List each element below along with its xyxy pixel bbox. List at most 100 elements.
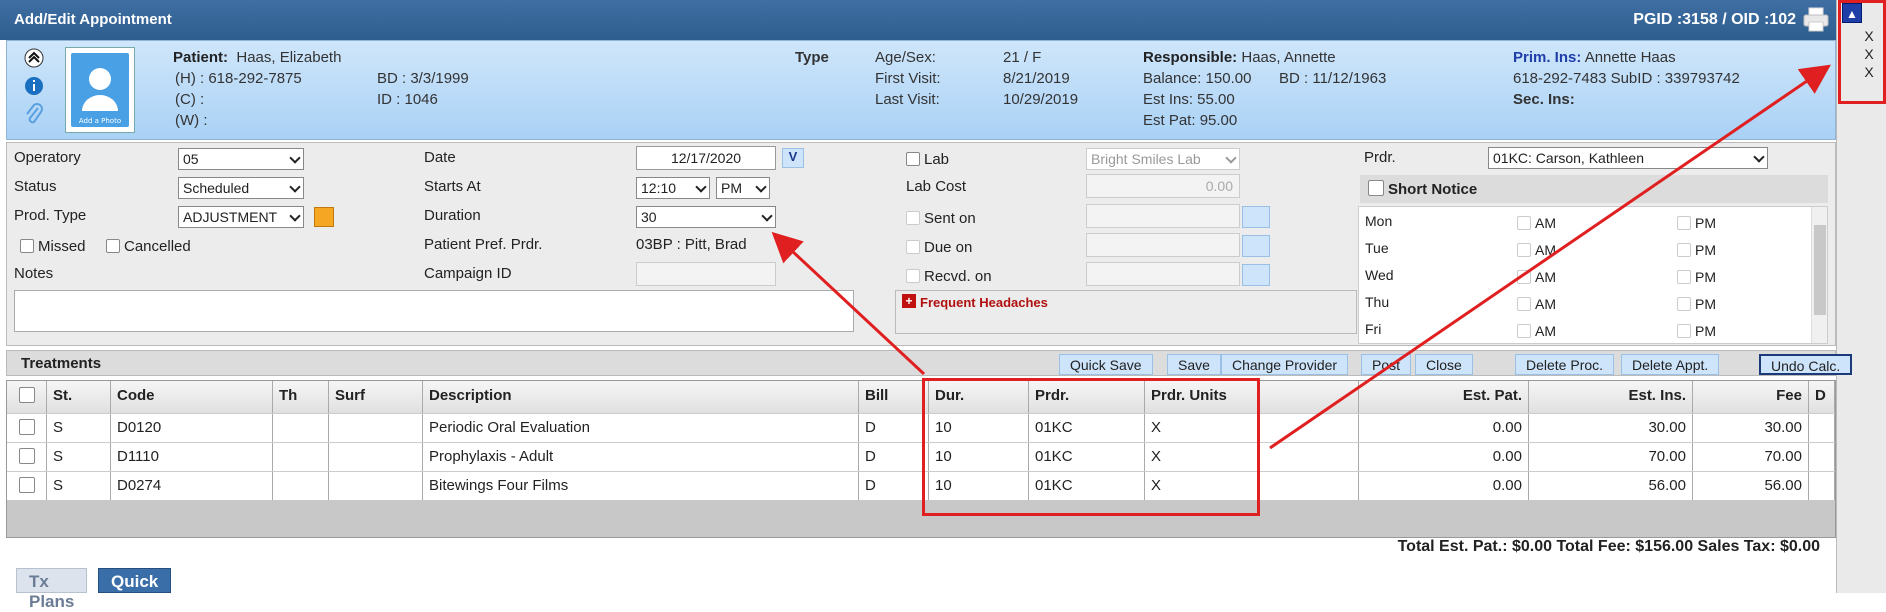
prodtype-select[interactable]: ADJUSTMENT <box>178 206 304 228</box>
change-provider-button[interactable]: Change Provider <box>1221 354 1349 375</box>
table-row[interactable]: S D0274 Bitewings Four Films D 10 01KC X… <box>7 471 1835 500</box>
due-on-input[interactable] <box>1086 233 1240 257</box>
cell-st: S <box>47 414 111 442</box>
due-on-checkbox[interactable]: Due on <box>906 239 972 256</box>
col-th[interactable]: Th <box>273 381 329 413</box>
prdr-select[interactable]: 01KC: Carson, Kathleen <box>1488 147 1768 169</box>
mon-pm-checkbox[interactable]: PM <box>1677 215 1716 231</box>
cell-est-ins: 30.00 <box>1529 414 1693 442</box>
mon-am-checkbox[interactable]: AM <box>1517 215 1556 231</box>
recvd-on-checkbox[interactable]: Recvd. on <box>906 268 992 285</box>
tue-am-checkbox[interactable]: AM <box>1517 242 1556 258</box>
lab-select[interactable]: Bright Smiles Lab <box>1086 148 1240 170</box>
cell-fee: 56.00 <box>1693 472 1809 500</box>
date-picker-button[interactable]: V <box>782 148 804 168</box>
first-visit-value: 8/21/2019 <box>1003 70 1070 87</box>
secondary-ins-label: Sec. Ins: <box>1513 91 1575 108</box>
recvd-on-date-button[interactable] <box>1242 264 1270 286</box>
close-button[interactable]: Close <box>1415 354 1473 375</box>
est-ins: Est Ins: 55.00 <box>1143 91 1235 108</box>
tab-tx-plans[interactable]: Tx Plans <box>16 568 88 611</box>
fri-am-checkbox[interactable]: AM <box>1517 323 1556 339</box>
tab-quick-add[interactable]: Quick Add <box>98 568 172 611</box>
notes-textarea[interactable] <box>14 290 854 332</box>
date-input[interactable]: 12/17/2020 <box>636 146 776 170</box>
missed-checkbox[interactable]: Missed <box>20 238 86 255</box>
prodtype-color-swatch[interactable] <box>314 207 334 227</box>
sent-on-checkbox[interactable]: Sent on <box>906 210 976 227</box>
cell-surf <box>329 472 423 500</box>
row-checkbox[interactable] <box>7 472 47 500</box>
col-code[interactable]: Code <box>111 381 273 413</box>
operatory-select[interactable]: 05 <box>178 148 304 170</box>
select-all-checkbox[interactable] <box>7 381 47 413</box>
short-notice-checkbox[interactable]: Short Notice <box>1368 180 1477 198</box>
attachment-icon[interactable] <box>23 103 45 125</box>
info-icon[interactable] <box>23 75 45 97</box>
col-st[interactable]: St. <box>47 381 111 413</box>
printer-icon[interactable] <box>1802 6 1830 32</box>
campaign-input[interactable] <box>636 262 776 286</box>
duration-select[interactable]: 30 <box>636 206 776 228</box>
patient-photo[interactable]: Add a Photo <box>65 47 135 133</box>
sent-on-input[interactable] <box>1086 204 1240 228</box>
due-on-date-button[interactable] <box>1242 235 1270 257</box>
col-est-ins[interactable]: Est. Ins. <box>1529 381 1693 413</box>
starts-at-label: Starts At <box>424 178 481 195</box>
post-button[interactable]: Post <box>1361 354 1412 375</box>
cancelled-checkbox[interactable]: Cancelled <box>106 238 191 255</box>
ampm-select[interactable]: PM <box>716 177 770 199</box>
days-scrollbar[interactable] <box>1811 207 1827 343</box>
last-visit-value: 10/29/2019 <box>1003 91 1079 108</box>
cell-th <box>273 414 329 442</box>
col-fee[interactable]: Fee <box>1693 381 1809 413</box>
lab-checkbox[interactable]: Lab <box>906 151 949 168</box>
thu-am-checkbox[interactable]: AM <box>1517 296 1556 312</box>
delete-proc-button[interactable]: Delete Proc. <box>1515 354 1615 375</box>
patient-bd: BD : 3/3/1999 <box>377 70 469 87</box>
start-time-select[interactable]: 12:10 <box>636 177 710 199</box>
fri-pm-checkbox[interactable]: PM <box>1677 323 1716 339</box>
window-title: Add/Edit Appointment <box>14 11 172 28</box>
col-description[interactable]: Description <box>423 381 859 413</box>
highlight-box-side <box>1838 0 1886 104</box>
col-bill[interactable]: Bill <box>859 381 929 413</box>
cell-description: Bitewings Four Films <box>423 472 859 500</box>
thu-pm-checkbox[interactable]: PM <box>1677 296 1716 312</box>
row-checkbox[interactable] <box>7 443 47 471</box>
save-button[interactable]: Save <box>1167 354 1221 375</box>
col-d[interactable]: D <box>1809 381 1835 413</box>
delete-appt-button[interactable]: Delete Appt. <box>1621 354 1720 375</box>
status-label: Status <box>14 178 57 195</box>
medical-alert-box: + Frequent Headaches <box>895 290 1357 334</box>
cell-st: S <box>47 443 111 471</box>
cell-est-ins: 56.00 <box>1529 472 1693 500</box>
days-scroll-thumb[interactable] <box>1814 225 1826 315</box>
title-bar: Add/Edit Appointment PGID :3158 / OID :1… <box>0 0 1836 40</box>
cell-th <box>273 472 329 500</box>
sent-on-date-button[interactable] <box>1242 206 1270 228</box>
tue-pm-checkbox[interactable]: PM <box>1677 242 1716 258</box>
wed-pm-checkbox[interactable]: PM <box>1677 269 1716 285</box>
labcost-input[interactable]: 0.00 <box>1086 174 1240 198</box>
recvd-on-input[interactable] <box>1086 262 1240 286</box>
collapse-icon[interactable] <box>23 47 45 69</box>
est-pat: Est Pat: 95.00 <box>1143 112 1238 129</box>
status-select[interactable]: Scheduled <box>178 177 304 199</box>
quick-save-button[interactable]: Quick Save <box>1059 354 1153 375</box>
highlight-box-columns <box>922 378 1260 516</box>
pgid-oid: PGID :3158 / OID :102 <box>1633 11 1796 28</box>
row-checkbox[interactable] <box>7 414 47 442</box>
table-row[interactable]: S D0120 Periodic Oral Evaluation D 10 01… <box>7 413 1835 442</box>
home-phone: (H) : 618-292-7875 <box>175 70 302 87</box>
undo-calc-button[interactable]: Undo Calc. <box>1759 354 1853 375</box>
wed-am-checkbox[interactable]: AM <box>1517 269 1556 285</box>
medical-alert-text[interactable]: Frequent Headaches <box>920 295 1048 310</box>
col-est-pat[interactable]: Est. Pat. <box>1359 381 1529 413</box>
cell-th <box>273 443 329 471</box>
day-row-wed: Wed AM PM <box>1365 267 1716 285</box>
cell-d <box>1809 414 1835 442</box>
table-row[interactable]: S D1110 Prophylaxis - Adult D 10 01KC X … <box>7 442 1835 471</box>
col-surf[interactable]: Surf <box>329 381 423 413</box>
prdr-label: Prdr. <box>1364 149 1396 166</box>
